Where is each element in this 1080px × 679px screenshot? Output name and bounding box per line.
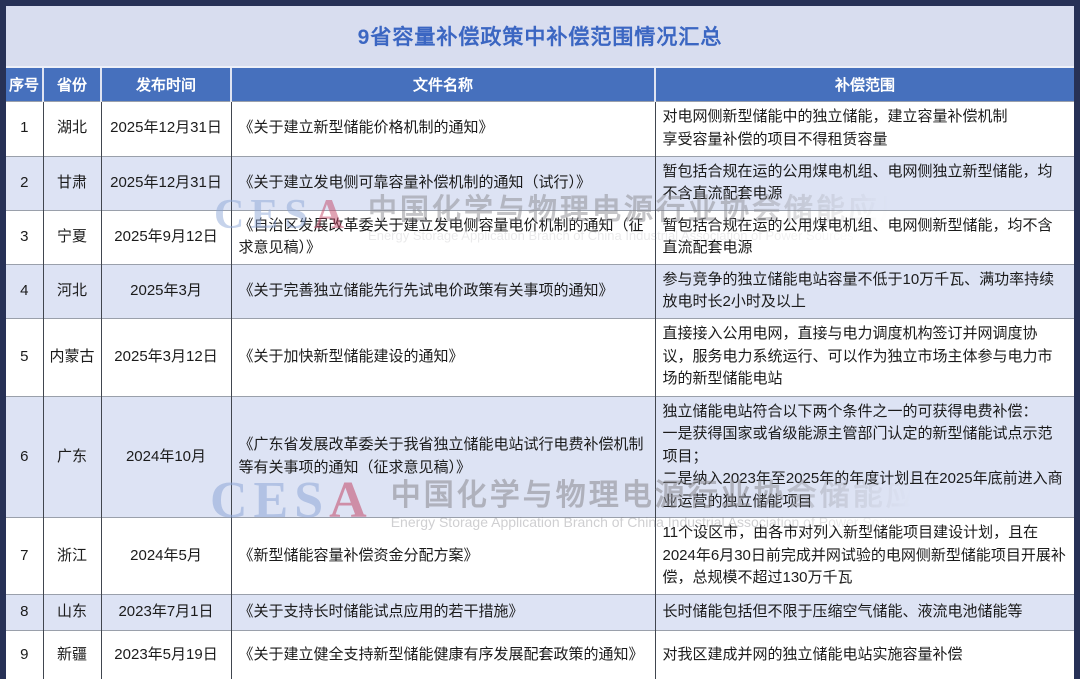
cell-province: 甘肃: [43, 156, 101, 210]
col-header-doc-name: 文件名称: [231, 67, 655, 101]
cell-scope: 11个设区市，由各市对列入新型储能项目建设计划，且在2024年6月30日前完成并…: [655, 518, 1074, 595]
cell-no: 7: [6, 518, 43, 595]
cell-date: 2024年5月: [101, 518, 231, 595]
col-header-scope: 补偿范围: [655, 67, 1074, 101]
cell-doc-name: 《自治区发展改革委关于建立发电侧容量电价机制的通知（征求意见稿）》: [231, 210, 655, 264]
table-row: 9 新疆 2023年5月19日 《关于建立健全支持新型储能健康有序发展配套政策的…: [6, 631, 1074, 679]
policy-table: 序号 省份 发布时间 文件名称 补偿范围 1 湖北 2025年12月31日 《关…: [6, 66, 1074, 679]
cell-province: 湖北: [43, 101, 101, 156]
cell-scope: 暂包括合规在运的公用煤电机组、电网侧新型储能，均不含直流配套电源: [655, 210, 1074, 264]
cell-scope: 直接接入公用电网，直接与电力调度机构签订并网调度协议，服务电力系统运行、可以作为…: [655, 318, 1074, 396]
col-header-no: 序号: [6, 67, 43, 101]
cell-province: 浙江: [43, 518, 101, 595]
table-row: 3 宁夏 2025年9月12日 《自治区发展改革委关于建立发电侧容量电价机制的通…: [6, 210, 1074, 264]
cell-no: 3: [6, 210, 43, 264]
cell-scope: 独立储能电站符合以下两个条件之一的可获得电费补偿： 一是获得国家或省级能源主管部…: [655, 396, 1074, 518]
table-row: 2 甘肃 2025年12月31日 《关于建立发电侧可靠容量补偿机制的通知（试行）…: [6, 156, 1074, 210]
cell-doc-name: 《关于建立发电侧可靠容量补偿机制的通知（试行）》: [231, 156, 655, 210]
cell-doc-name: 《关于建立新型储能价格机制的通知》: [231, 101, 655, 156]
title-bar: 9省容量补偿政策中补偿范围情况汇总: [6, 6, 1074, 66]
cell-date: 2025年3月: [101, 264, 231, 318]
cell-no: 2: [6, 156, 43, 210]
cell-date: 2025年9月12日: [101, 210, 231, 264]
page-title: 9省容量补偿政策中补偿范围情况汇总: [358, 21, 723, 51]
table-row: 7 浙江 2024年5月 《新型储能容量补偿资金分配方案》 11个设区市，由各市…: [6, 518, 1074, 595]
cell-scope: 对电网侧新型储能中的独立储能，建立容量补偿机制 享受容量补偿的项目不得租赁容量: [655, 101, 1074, 156]
cell-doc-name: 《关于建立健全支持新型储能健康有序发展配套政策的通知》: [231, 631, 655, 679]
cell-scope: 长时储能包括但不限于压缩空气储能、液流电池储能等: [655, 595, 1074, 631]
app-frame: 9省容量补偿政策中补偿范围情况汇总 序号 省份 发布时间 文件名称 补偿范围 1…: [0, 0, 1080, 679]
cell-no: 8: [6, 595, 43, 631]
cell-doc-name: 《关于完善独立储能先行先试电价政策有关事项的通知》: [231, 264, 655, 318]
cell-date: 2023年5月19日: [101, 631, 231, 679]
cell-no: 4: [6, 264, 43, 318]
cell-date: 2023年7月1日: [101, 595, 231, 631]
cell-doc-name: 《关于支持长时储能试点应用的若干措施》: [231, 595, 655, 631]
cell-date: 2025年12月31日: [101, 101, 231, 156]
table-header-row: 序号 省份 发布时间 文件名称 补偿范围: [6, 67, 1074, 101]
table-row: 4 河北 2025年3月 《关于完善独立储能先行先试电价政策有关事项的通知》 参…: [6, 264, 1074, 318]
cell-date: 2024年10月: [101, 396, 231, 518]
table-row: 1 湖北 2025年12月31日 《关于建立新型储能价格机制的通知》 对电网侧新…: [6, 101, 1074, 156]
cell-province: 山东: [43, 595, 101, 631]
cell-date: 2025年3月12日: [101, 318, 231, 396]
cell-date: 2025年12月31日: [101, 156, 231, 210]
cell-scope: 暂包括合规在运的公用煤电机组、电网侧独立新型储能，均不含直流配套电源: [655, 156, 1074, 210]
cell-no: 1: [6, 101, 43, 156]
cell-doc-name: 《关于加快新型储能建设的通知》: [231, 318, 655, 396]
col-header-date: 发布时间: [101, 67, 231, 101]
table-row: 6 广东 2024年10月 《广东省发展改革委关于我省独立储能电站试行电费补偿机…: [6, 396, 1074, 518]
cell-scope: 对我区建成并网的独立储能电站实施容量补偿: [655, 631, 1074, 679]
cell-province: 内蒙古: [43, 318, 101, 396]
cell-province: 河北: [43, 264, 101, 318]
cell-no: 5: [6, 318, 43, 396]
cell-scope: 参与竞争的独立储能电站容量不低于10万千瓦、满功率持续放电时长2小时及以上: [655, 264, 1074, 318]
cell-doc-name: 《广东省发展改革委关于我省独立储能电站试行电费补偿机制等有关事项的通知（征求意见…: [231, 396, 655, 518]
table-row: 8 山东 2023年7月1日 《关于支持长时储能试点应用的若干措施》 长时储能包…: [6, 595, 1074, 631]
cell-province: 宁夏: [43, 210, 101, 264]
cell-province: 广东: [43, 396, 101, 518]
cell-province: 新疆: [43, 631, 101, 679]
table-row: 5 内蒙古 2025年3月12日 《关于加快新型储能建设的通知》 直接接入公用电…: [6, 318, 1074, 396]
col-header-province: 省份: [43, 67, 101, 101]
cell-no: 9: [6, 631, 43, 679]
cell-no: 6: [6, 396, 43, 518]
cell-doc-name: 《新型储能容量补偿资金分配方案》: [231, 518, 655, 595]
